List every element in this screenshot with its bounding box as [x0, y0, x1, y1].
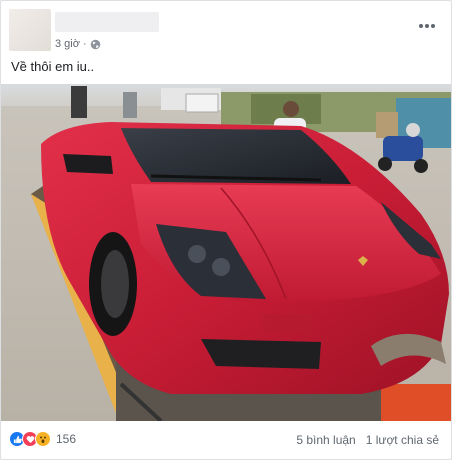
avatar[interactable]: [9, 9, 51, 51]
comments-count[interactable]: 5 bình luận: [296, 433, 355, 447]
more-options-icon[interactable]: [419, 15, 439, 28]
post-header: 3 giờ ·: [9, 9, 443, 55]
post-card: 3 giờ · Về thôi em iu.. 156 5 bình luận …: [0, 0, 452, 460]
post-photo[interactable]: [1, 84, 451, 421]
wow-icon: [35, 431, 51, 447]
shares-count[interactable]: 1 lượt chia sẻ: [366, 433, 439, 447]
post-caption: Về thôi em iu..: [11, 59, 95, 74]
meta-separator: ·: [82, 38, 87, 50]
car-photo-illustration: [1, 84, 451, 421]
post-time[interactable]: 3 giờ: [55, 38, 80, 50]
post-meta: 3 giờ ·: [55, 37, 101, 51]
globe-icon[interactable]: [90, 39, 101, 50]
post-stats: 5 bình luận 1 lượt chia sẻ: [296, 433, 439, 447]
post-footer: 156 5 bình luận 1 lượt chia sẻ: [9, 429, 443, 449]
reaction-count[interactable]: 156: [56, 432, 76, 446]
reactions-summary[interactable]: 156: [9, 431, 76, 447]
author-name[interactable]: [55, 12, 159, 32]
